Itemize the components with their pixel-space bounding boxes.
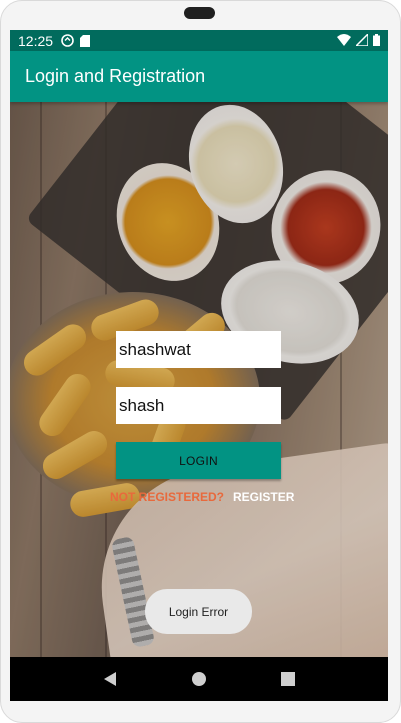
login-button[interactable]: LOGIN xyxy=(116,442,281,479)
signal-icon xyxy=(354,31,369,49)
app-bar: Login and Registration xyxy=(10,51,388,102)
wifi-icon xyxy=(337,33,351,49)
background-food-image xyxy=(10,102,388,657)
navigation-bar xyxy=(10,657,388,701)
password-input[interactable] xyxy=(116,387,281,424)
sd-card-icon xyxy=(80,34,91,47)
home-icon[interactable] xyxy=(187,667,211,691)
toast-message: Login Error xyxy=(168,604,229,619)
back-icon[interactable] xyxy=(98,667,122,691)
recents-icon[interactable] xyxy=(276,667,300,691)
login-error-toast: Login Error xyxy=(145,589,252,634)
register-link[interactable]: REGISTER xyxy=(233,490,294,504)
status-bar: 12:25 xyxy=(10,30,388,51)
status-time: 12:25 xyxy=(18,32,54,49)
sync-icon xyxy=(61,34,74,47)
register-row: NOT REGISTERED? REGISTER xyxy=(110,490,294,504)
speaker-grille xyxy=(184,7,215,19)
status-icons-right xyxy=(337,31,380,49)
not-registered-label: NOT REGISTERED? xyxy=(110,490,225,504)
username-input[interactable] xyxy=(116,331,281,368)
device-screen: 12:25 Login and Registration shashwat sh… xyxy=(10,30,388,701)
phone-frame: 12:25 Login and Registration shashwat sh… xyxy=(0,0,401,723)
battery-icon xyxy=(373,33,380,49)
app-title: Login and Registration xyxy=(25,66,206,86)
